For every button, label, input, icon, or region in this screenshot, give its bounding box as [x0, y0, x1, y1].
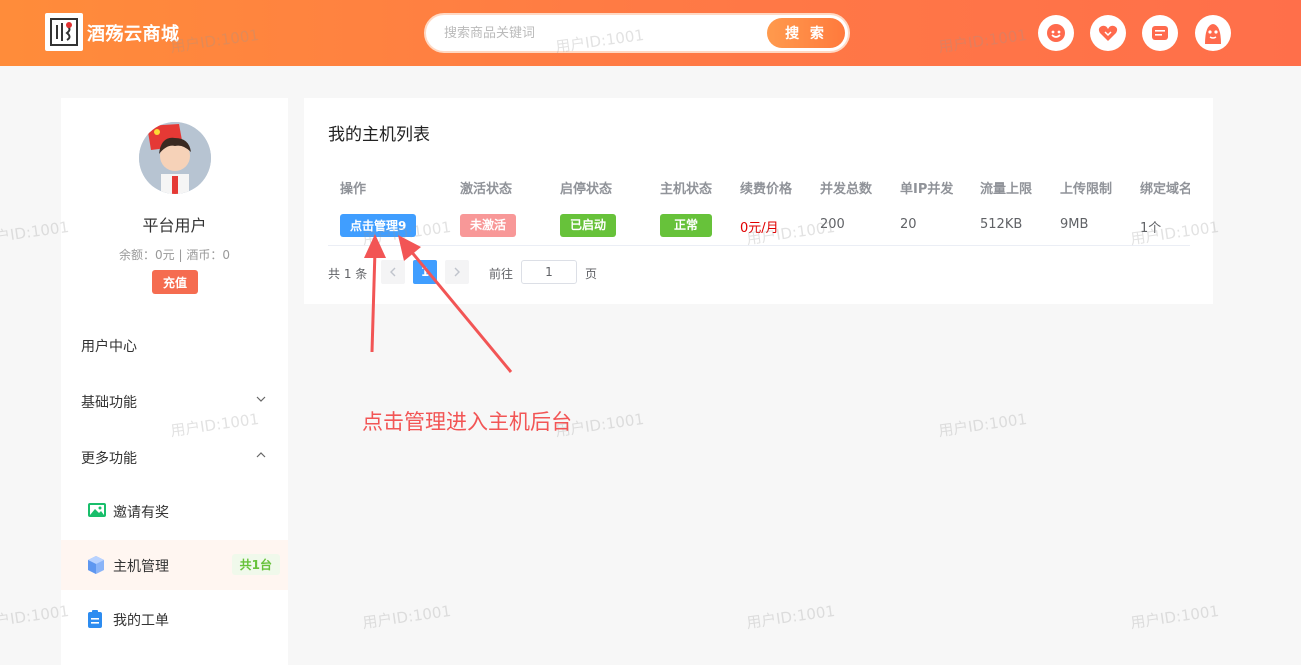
- brand-name[interactable]: 酒殇云商城: [87, 20, 180, 46]
- column-header: 单IP并发: [900, 182, 954, 197]
- page-title: 我的主机列表: [328, 125, 430, 145]
- column-header: 并发总数: [820, 182, 873, 197]
- annotation-text: 点击管理进入主机后台: [362, 410, 572, 434]
- search-input[interactable]: [442, 22, 762, 44]
- watermark: 用户ID:1001: [0, 217, 71, 249]
- activation-status-tag: 未激活: [460, 214, 517, 237]
- prev-page-button[interactable]: [381, 260, 405, 284]
- renewal-price: 0元/月: [740, 221, 779, 236]
- traffic-limit: 512KB: [980, 217, 1023, 232]
- column-header: 续费价格: [740, 182, 793, 197]
- sidebar-item-label: 邀请有奖: [113, 505, 169, 521]
- watermark: 用户ID:1001: [937, 409, 1029, 441]
- run-status-tag: 已启动: [560, 214, 617, 237]
- column-header: 上传限制: [1060, 182, 1113, 197]
- menu-basic-functions[interactable]: 基础功能: [61, 376, 288, 426]
- page-unit-label: 页: [585, 267, 598, 281]
- column-header: 操作: [340, 182, 367, 197]
- pagination-total: 共 1 条: [328, 267, 368, 281]
- goto-label: 前往: [489, 267, 514, 281]
- recharge-button[interactable]: 充值: [152, 270, 198, 294]
- column-header: 流量上限: [980, 182, 1033, 197]
- next-page-button[interactable]: [445, 260, 469, 284]
- menu-user-center[interactable]: 用户中心: [61, 320, 288, 370]
- goto-page-input[interactable]: [521, 260, 577, 284]
- heart-badge-icon[interactable]: [1090, 15, 1126, 51]
- chevron-down-icon: [256, 396, 266, 402]
- watermark: 用户ID:1001: [361, 601, 453, 633]
- bound-domains: 1个: [1140, 221, 1162, 236]
- search-bar: 搜 索: [424, 13, 850, 53]
- host-list-panel: 我的主机列表 操作 激活状态 启停状态 主机状态 续费价格 并发总数 单IP并发…: [304, 98, 1213, 304]
- clipboard-icon: [88, 610, 102, 628]
- logo-icon: [50, 18, 78, 46]
- chevron-right-icon: [454, 267, 460, 277]
- column-header: 激活状态: [460, 182, 513, 197]
- watermark: 用户ID:1001: [1129, 601, 1221, 633]
- upload-limit: 9MB: [1060, 217, 1089, 232]
- sidebar-item-host-management[interactable]: 主机管理 共1台: [61, 540, 288, 590]
- menu-label: 更多功能: [81, 451, 137, 467]
- sidebar: 平台用户 余额：0元 | 酒币：0 充值 用户中心 基础功能 更多功能 邀请有奖…: [61, 98, 288, 665]
- host-count-badge: 共1台: [231, 554, 280, 575]
- sidebar-item-invite[interactable]: 邀请有奖: [61, 486, 288, 536]
- balance-text: 余额：0元 | 酒币：0: [119, 248, 230, 262]
- per-ip-concurrency: 20: [900, 217, 917, 232]
- avatar-image: [139, 122, 211, 194]
- total-concurrency: 200: [820, 217, 845, 232]
- watermark: 用户ID:1001: [745, 601, 837, 633]
- page-number-button[interactable]: 1: [413, 260, 437, 284]
- table-header: 操作 激活状态 启停状态 主机状态 续费价格 并发总数 单IP并发 流量上限 上…: [328, 168, 1190, 208]
- sidebar-item-tickets[interactable]: 我的工单: [61, 594, 288, 644]
- image-icon: [88, 503, 106, 517]
- manage-host-button[interactable]: 点击管理9: [340, 214, 417, 237]
- user-avatar-icon[interactable]: [1195, 15, 1231, 51]
- column-header: 主机状态: [660, 182, 713, 197]
- face-icon[interactable]: [1038, 15, 1074, 51]
- top-header: 酒殇云商城 搜 索: [0, 0, 1301, 66]
- column-header: 绑定域名: [1140, 182, 1190, 197]
- menu-label: 用户中心: [81, 339, 137, 355]
- menu-more-functions[interactable]: 更多功能: [61, 432, 288, 482]
- host-status-tag: 正常: [660, 214, 713, 237]
- user-name: 平台用户: [142, 216, 207, 235]
- sidebar-item-label: 主机管理: [113, 559, 169, 575]
- column-header: 启停状态: [560, 182, 613, 197]
- menu-label: 基础功能: [81, 395, 137, 411]
- chevron-up-icon: [256, 452, 266, 458]
- cube-icon: [88, 556, 104, 574]
- chevron-left-icon: [390, 267, 396, 277]
- watermark: 用户ID:1001: [0, 601, 71, 633]
- message-icon[interactable]: [1142, 15, 1178, 51]
- avatar[interactable]: [139, 122, 211, 194]
- brand-logo[interactable]: [45, 13, 83, 51]
- table-row: 点击管理9 未激活 已启动 正常 0元/月 200 20 512KB 9MB 1…: [328, 206, 1190, 246]
- search-button[interactable]: 搜 索: [767, 18, 845, 48]
- sidebar-item-label: 我的工单: [113, 613, 169, 629]
